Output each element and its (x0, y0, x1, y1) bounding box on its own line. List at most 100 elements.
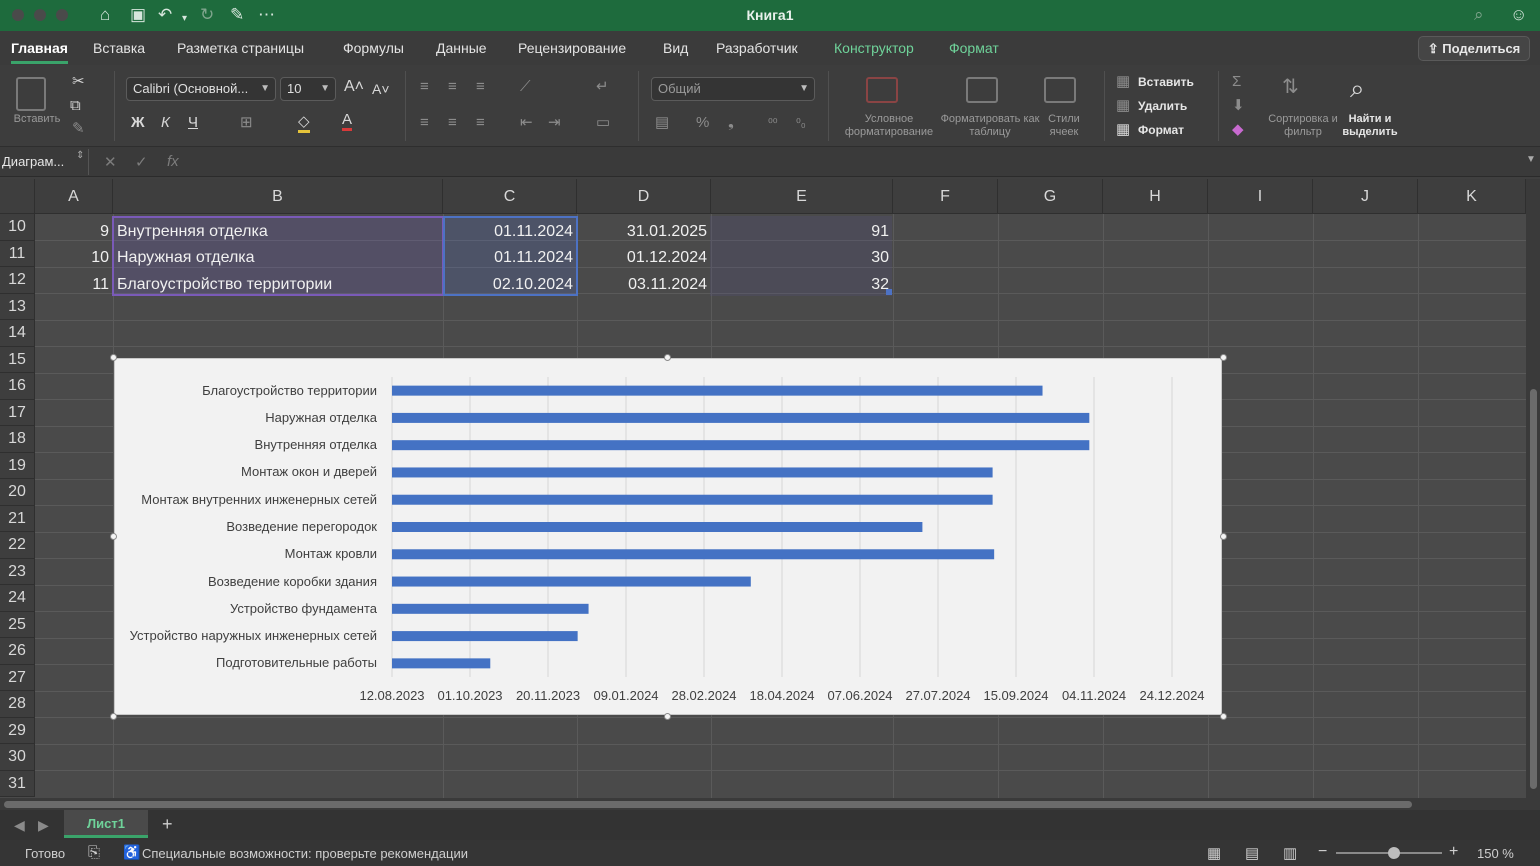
search-icon[interactable]: ⌕ (1474, 5, 1484, 25)
column-header-f[interactable]: F (893, 179, 998, 214)
wrap-text-icon[interactable]: ↵ (596, 79, 609, 95)
italic-button[interactable]: К (161, 115, 170, 131)
align-middle-icon[interactable]: ≡ (448, 79, 457, 95)
align-left-icon[interactable]: ≡ (420, 115, 429, 131)
row-header[interactable]: 19 (0, 452, 35, 479)
row-header[interactable]: 24 (0, 585, 35, 612)
cell-b11[interactable]: Наружная отделка (113, 244, 443, 270)
align-center-icon[interactable]: ≡ (448, 115, 457, 131)
row-header[interactable]: 22 (0, 532, 35, 559)
orientation-icon[interactable]: ⟋ (520, 79, 531, 95)
currency-icon[interactable]: ▤ (655, 115, 669, 131)
accessibility-status[interactable]: Специальные возможности: проверьте реком… (142, 846, 468, 861)
align-bottom-icon[interactable]: ≡ (476, 79, 485, 95)
bar[interactable] (392, 385, 1043, 396)
select-all-corner[interactable] (0, 179, 35, 214)
paste-icon[interactable] (16, 77, 46, 111)
bar[interactable] (392, 658, 491, 669)
sort-filter-icon[interactable]: ⇅ (1282, 77, 1299, 97)
row-header[interactable]: 23 (0, 558, 35, 585)
row-header[interactable]: 29 (0, 717, 35, 744)
font-color-icon[interactable]: A (342, 112, 353, 131)
column-header-e[interactable]: E (711, 179, 893, 214)
cell-e11[interactable]: 30 (711, 244, 893, 270)
cell-a10[interactable]: 9 (36, 218, 113, 244)
enter-icon[interactable]: ✓ (135, 153, 148, 171)
cell-a12[interactable]: 11 (36, 271, 113, 297)
row-header[interactable]: 18 (0, 426, 35, 453)
cell-a11[interactable]: 10 (36, 244, 113, 270)
insert-function-button[interactable]: fx (167, 153, 179, 170)
borders-icon[interactable]: ⊞ (240, 115, 253, 131)
cell-b10[interactable]: Внутренняя отделка (113, 218, 443, 244)
cell-d11[interactable]: 01.12.2024 (577, 244, 711, 270)
zoom-slider-knob[interactable] (1388, 847, 1400, 859)
name-box-stepper-icon[interactable]: ⇕ (76, 150, 84, 161)
shrink-font-icon[interactable]: A˅ (372, 81, 390, 97)
conditional-format-icon[interactable] (866, 77, 898, 103)
cut-icon[interactable]: ✂ (72, 74, 85, 90)
cell-styles-icon[interactable] (1044, 77, 1076, 103)
format-cells-icon[interactable]: ▦ (1116, 122, 1130, 138)
row-header[interactable]: 10 (0, 214, 35, 241)
page-break-view-icon[interactable]: ▥ (1283, 844, 1297, 862)
accessibility-icon[interactable]: ♿ (123, 844, 140, 861)
increase-indent-icon[interactable]: ⇥ (548, 115, 561, 131)
chart-resize-handle[interactable] (110, 533, 117, 540)
cell-c12[interactable]: 02.10.2024 (443, 271, 577, 297)
font-name-select[interactable]: Calibri (Основной... ▼ (126, 77, 276, 101)
clear-icon[interactable]: ◆ (1232, 122, 1244, 138)
column-header-a[interactable]: A (35, 179, 113, 214)
cell-e10[interactable]: 91 (711, 218, 893, 244)
column-header-d[interactable]: D (577, 179, 711, 214)
chart-resize-handle[interactable] (110, 354, 117, 361)
column-header-j[interactable]: J (1313, 179, 1418, 214)
row-header[interactable]: 20 (0, 479, 35, 506)
column-header-g[interactable]: G (998, 179, 1103, 214)
format-cells-label[interactable]: Формат (1138, 124, 1184, 137)
bar[interactable] (392, 440, 1090, 451)
merge-icon[interactable]: ▭ (596, 115, 610, 131)
tab-format[interactable]: Формат (949, 40, 999, 56)
cell-b12[interactable]: Благоустройство территории (113, 271, 443, 297)
grow-font-icon[interactable]: A˄ (344, 79, 364, 95)
number-format-select[interactable]: Общий ▼ (651, 77, 815, 101)
column-header-c[interactable]: C (443, 179, 577, 214)
row-header[interactable]: 30 (0, 744, 35, 771)
fill-color-icon[interactable]: ◇ (298, 114, 310, 133)
zoom-out-icon[interactable]: − (1318, 843, 1327, 861)
tab-review[interactable]: Рецензирование (518, 40, 626, 56)
horizontal-scroll-thumb[interactable] (4, 801, 1412, 808)
macro-record-icon[interactable]: ⎘ (88, 844, 100, 861)
vertical-scroll-thumb[interactable] (1530, 389, 1537, 789)
add-sheet-button[interactable]: + (162, 814, 173, 835)
cell-c10[interactable]: 01.11.2024 (443, 218, 577, 244)
chart-resize-handle[interactable] (1220, 713, 1227, 720)
bar[interactable] (392, 631, 578, 642)
bar[interactable] (392, 467, 993, 478)
bar[interactable] (392, 412, 1090, 423)
chart-resize-handle[interactable] (110, 713, 117, 720)
expand-formula-icon[interactable]: ▼ (1526, 154, 1536, 165)
tab-view[interactable]: Вид (663, 40, 688, 56)
next-sheet-icon[interactable]: ▶ (38, 817, 49, 834)
zoom-level[interactable]: 150 % (1477, 846, 1514, 861)
row-header[interactable]: 17 (0, 399, 35, 426)
tab-insert[interactable]: Вставка (93, 40, 145, 56)
row-header[interactable]: 27 (0, 664, 35, 691)
chart-resize-handle[interactable] (664, 354, 671, 361)
bar[interactable] (392, 603, 589, 614)
cancel-icon[interactable]: ✕ (104, 153, 117, 171)
prev-sheet-icon[interactable]: ◀ (14, 817, 25, 834)
vertical-scrollbar[interactable] (1526, 179, 1540, 819)
column-header-b[interactable]: B (113, 179, 443, 214)
gantt-chart[interactable]: 12.08.2023 01.10.2023 20.11.2023 09.01.2024… (114, 358, 1222, 715)
column-header-i[interactable]: I (1208, 179, 1313, 214)
chart-resize-handle[interactable] (1220, 533, 1227, 540)
comma-style-icon[interactable]: ❟ (728, 115, 734, 131)
insert-cells-icon[interactable]: ▦ (1116, 74, 1130, 90)
tab-home[interactable]: Главная (11, 40, 68, 64)
delete-cells-icon[interactable]: ▦ (1116, 98, 1130, 114)
autosum-icon[interactable]: Σ (1232, 74, 1241, 90)
zoom-in-icon[interactable]: + (1449, 843, 1458, 861)
